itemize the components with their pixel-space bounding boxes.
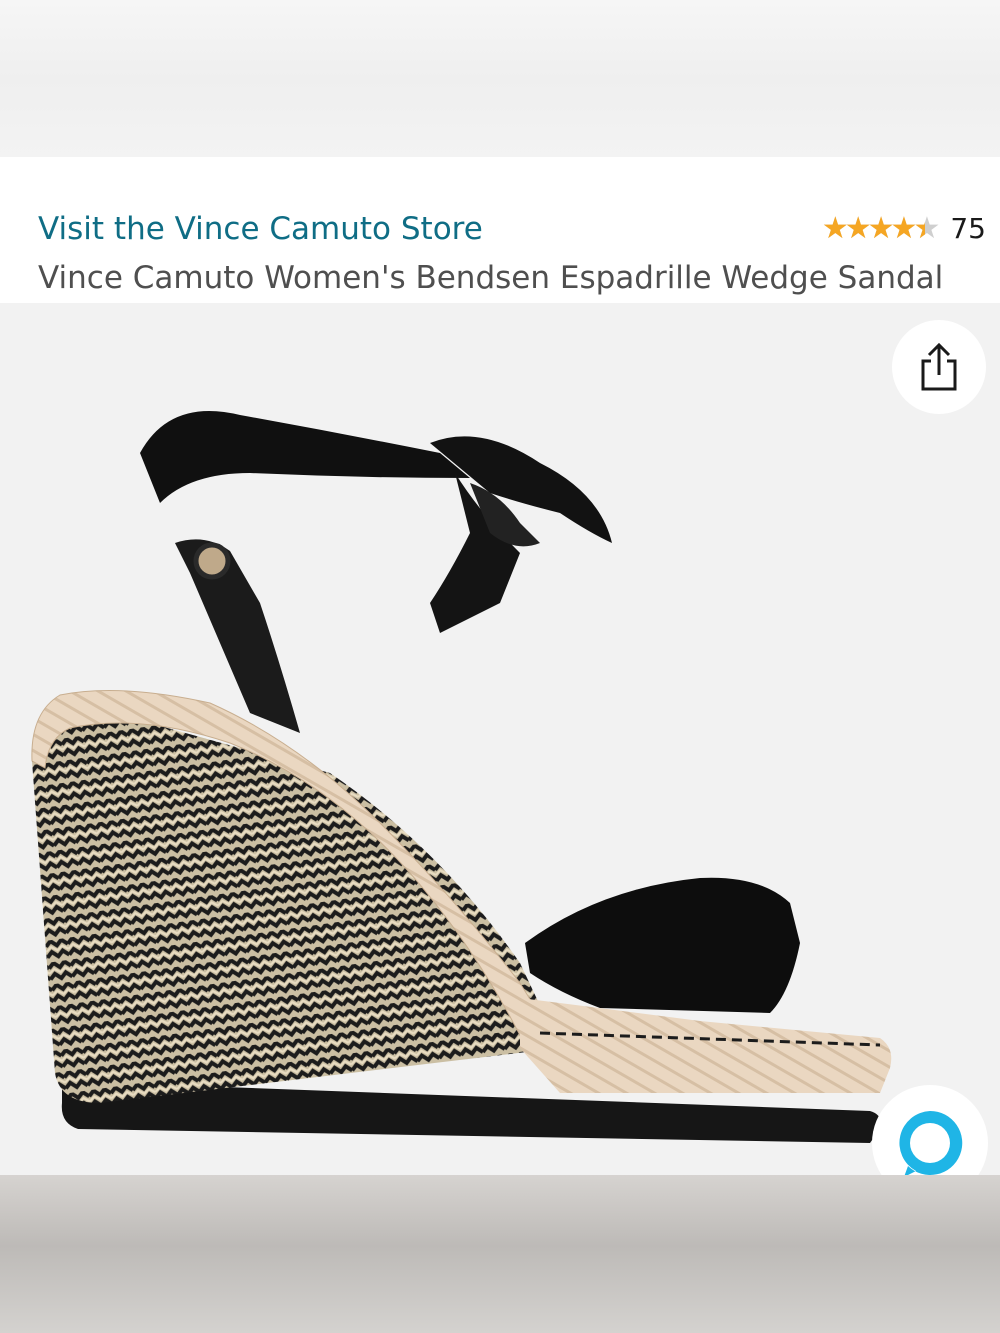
share-icon: [921, 342, 957, 391]
product-header: Visit the Vince Camuto Store ★★★★★ ★★★★★…: [0, 157, 1000, 303]
star-rating: ★★★★★ ★★★★★: [821, 213, 941, 245]
top-blurred-background: [0, 0, 1000, 157]
product-image[interactable]: [0, 303, 1000, 1175]
product-title: Vince Camuto Women's Bendsen Espadrille …: [38, 260, 944, 296]
alexa-icon: [899, 1110, 963, 1177]
share-button[interactable]: [892, 320, 986, 414]
rating-count: 75: [950, 212, 986, 245]
sandal-image: [31, 410, 892, 1143]
visit-store-link[interactable]: Visit the Vince Camuto Store: [38, 211, 483, 247]
bottom-blurred-background: [0, 1175, 1000, 1333]
star-rating-fill: ★★★★★: [821, 213, 925, 245]
rating-summary[interactable]: ★★★★★ ★★★★★ 75: [822, 213, 986, 245]
